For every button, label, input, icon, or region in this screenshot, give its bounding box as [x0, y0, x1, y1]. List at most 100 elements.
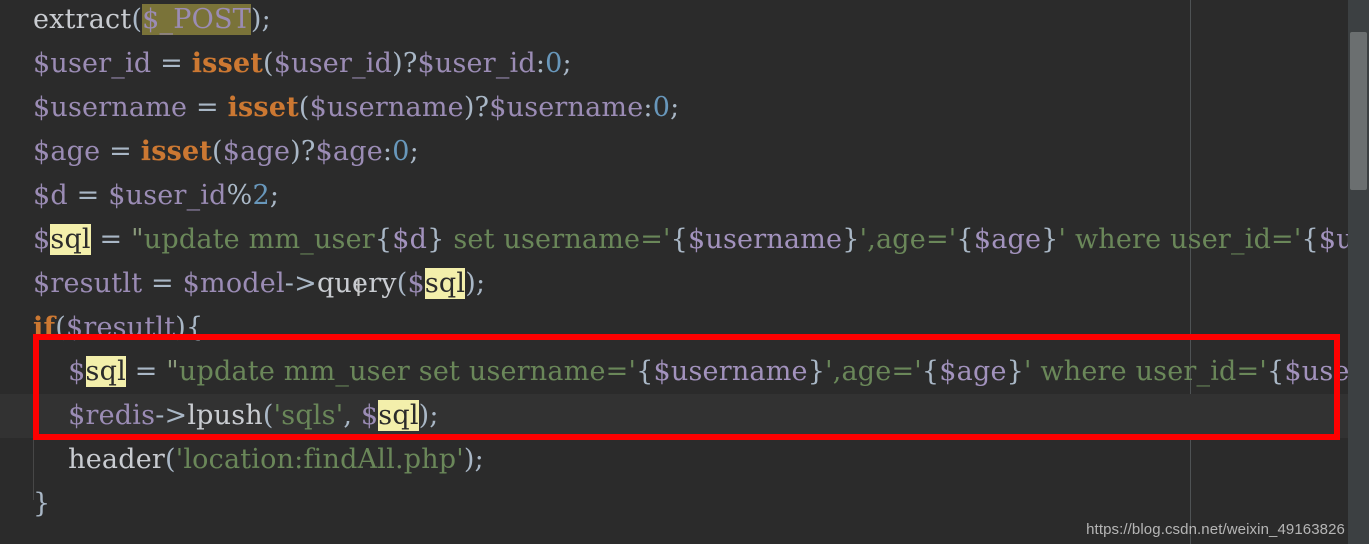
code-line[interactable]: $age = isset($age)?$age:0;: [0, 130, 1369, 174]
code-token: ' where user_id=': [1024, 356, 1267, 387]
code-line[interactable]: extract($_POST);: [0, 0, 1369, 42]
code-token: ' where user_id=': [1058, 224, 1302, 255]
code-token: :: [382, 136, 393, 167]
code-token: $user_id: [417, 48, 536, 79]
vertical-scrollbar-track[interactable]: [1348, 0, 1369, 544]
code-token: {: [921, 356, 940, 387]
code-line-text: $user_id = isset($user_id)?$user_id:0;: [0, 42, 572, 86]
code-token: {: [1301, 224, 1319, 255]
code-token: isset: [140, 136, 213, 167]
code-token: ',age=': [859, 224, 957, 255]
code-line[interactable]: $resutlt = $model->query($sql);: [0, 262, 1369, 306]
code-token: update mm_user set username=': [178, 356, 637, 387]
code-token: =: [125, 356, 167, 387]
code-token: 0: [392, 136, 410, 167]
code-token: =: [187, 92, 228, 123]
code-token: (: [262, 400, 274, 431]
code-token: $username: [33, 92, 188, 123]
code-token: }: [1006, 356, 1025, 387]
code-line[interactable]: header('location:findAll.php');: [0, 438, 1369, 482]
code-token: sql: [85, 356, 126, 387]
code-token: )?: [290, 136, 316, 167]
code-token: $user_id: [108, 180, 227, 211]
code-token: ;: [670, 92, 680, 123]
code-token: ;: [562, 48, 572, 79]
code-token: =: [151, 48, 192, 79]
code-token: ;: [429, 400, 439, 431]
code-token: ): [418, 400, 430, 431]
vertical-scrollbar-thumb[interactable]: [1350, 32, 1367, 190]
code-line[interactable]: if($resutlt){: [0, 306, 1369, 350]
code-token: }: [842, 224, 860, 255]
code-token: ',age=': [825, 356, 922, 387]
code-line-text: }: [0, 482, 50, 526]
code-token: $: [33, 224, 51, 255]
code-token: $username: [489, 92, 644, 123]
code-token: (: [131, 4, 143, 35]
code-token: (: [263, 48, 274, 79]
code-token: $age: [33, 136, 101, 167]
code-token: 0: [652, 92, 671, 123]
code-token: $user_id: [273, 48, 393, 79]
code-line-text: $d = $user_id%2;: [0, 174, 279, 218]
code-line[interactable]: $sql = "update mm_user{$d} set username=…: [0, 218, 1369, 262]
code-token: $_POST: [142, 4, 251, 35]
code-line-text: $redis->lpush('sqls', $sql);: [0, 394, 439, 438]
code-token: =: [67, 180, 109, 211]
code-line-text: $resutlt = $model->query($sql);: [0, 262, 485, 306]
code-editor-screenshot: extract($_POST); $user_id = isset($user_i…: [0, 0, 1369, 544]
code-token: $use: [1284, 356, 1350, 387]
code-token: %: [226, 180, 253, 211]
code-token: ": [166, 356, 179, 387]
code-token: ): [250, 4, 262, 35]
code-line-text: extract($_POST);: [0, 0, 271, 42]
code-token: =: [100, 136, 141, 167]
watermark-url: https://blog.csdn.net/weixin_49163826: [1086, 521, 1345, 538]
code-token: {: [186, 312, 204, 343]
code-token: ;: [475, 268, 486, 299]
code-token: :: [643, 92, 653, 123]
code-token: isset: [227, 92, 299, 123]
code-token: ;: [261, 4, 271, 35]
code-token: )?: [463, 92, 490, 123]
code-token: {: [374, 224, 393, 255]
code-token: }: [427, 224, 445, 255]
code-token: ;: [409, 136, 419, 167]
code-token: $age: [222, 136, 291, 167]
code-line[interactable]: $d = $user_id%2;: [0, 174, 1369, 218]
code-token: ): [465, 268, 476, 299]
code-token: $age: [973, 224, 1042, 255]
code-token: $username: [309, 92, 464, 123]
code-token: extract: [33, 4, 132, 35]
code-line[interactable]: }: [0, 482, 1369, 526]
code-line-text: $age = isset($age)?$age:0;: [0, 130, 419, 174]
code-line-text: if($resutlt){: [0, 306, 203, 350]
code-token: ): [175, 312, 186, 343]
code-token: ;: [474, 444, 484, 475]
code-token: ->: [155, 400, 188, 431]
code-line-text: $sql = "update mm_user{$d} set username=…: [0, 218, 1369, 262]
code-token: (: [55, 312, 67, 343]
code-line[interactable]: $user_id = isset($user_id)?$user_id:0;: [0, 42, 1369, 86]
code-token: ->: [284, 268, 317, 299]
code-token: {: [636, 356, 654, 387]
code-token: $username: [688, 224, 843, 255]
code-line[interactable]: $redis->lpush('sqls', $sql);: [0, 394, 1369, 438]
code-token: )?: [392, 48, 418, 79]
code-token: sql: [424, 268, 466, 299]
code-line-text: $sql = "update mm_user set username='{$u…: [0, 350, 1350, 394]
code-token: $age: [315, 136, 383, 167]
code-line[interactable]: $sql = "update mm_user set username='{$u…: [0, 350, 1369, 394]
code-token: {: [956, 224, 974, 255]
code-viewport[interactable]: extract($_POST); $user_id = isset($user_i…: [0, 0, 1369, 544]
code-token: }: [807, 356, 826, 387]
code-token: $d: [33, 180, 68, 211]
code-token: $: [407, 268, 425, 299]
code-token: $model: [182, 268, 285, 299]
code-line[interactable]: $username = isset($username)?$username:0…: [0, 86, 1369, 130]
code-token: lpush: [187, 400, 263, 431]
code-token: =: [90, 224, 132, 255]
